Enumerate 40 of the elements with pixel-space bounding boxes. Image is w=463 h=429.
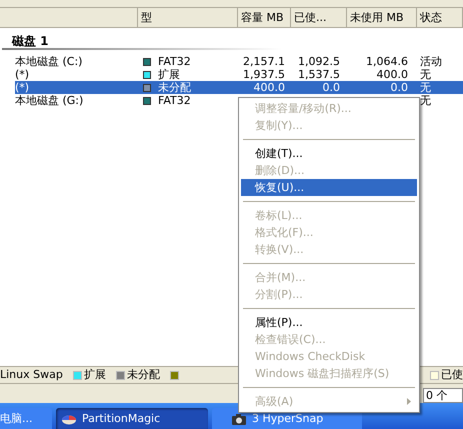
column-header[interactable]: 容量 MB (238, 8, 291, 27)
legend-label: 已使 (441, 366, 463, 383)
used-cell: 0.0 (322, 81, 340, 94)
partition-type: 未分配 (158, 81, 191, 94)
taskbar-button[interactable]: 电脑... (0, 408, 52, 429)
status-cell: 活动 (420, 55, 442, 68)
menu-item[interactable]: 创建(T)... (241, 145, 417, 162)
partition-row[interactable]: (*) 未分配 400.0 0.0 0.0 无 (15, 81, 463, 94)
partition-name: (*) (15, 81, 30, 94)
unused-cell: 0.0 (390, 81, 408, 94)
column-header[interactable]: 未使用 MB (347, 8, 417, 27)
submenu-arrow-icon (407, 398, 411, 405)
used-cell: 1,537.5 (298, 68, 340, 81)
column-header[interactable]: 型 (138, 8, 238, 27)
status-cell: 无 (420, 81, 431, 94)
column-header[interactable]: 已使... (291, 8, 347, 27)
taskbar-button[interactable]: PartitionMagic (56, 408, 208, 429)
menu-item[interactable]: 属性(P)... (241, 314, 417, 331)
used-cell: 1,092.5 (298, 55, 340, 68)
status-cell: 无 (420, 94, 431, 107)
legend-label: 未分配 (126, 366, 160, 383)
capacity-cell: 1,937.5 (243, 68, 285, 81)
partition-name: (*) (15, 68, 30, 81)
partition-name: 本地磁盘 (C:) (15, 55, 82, 68)
partition-name: 本地磁盘 (G:) (15, 94, 84, 107)
column-header[interactable]: 状态 (417, 8, 463, 27)
unused-cell: 1,064.6 (366, 55, 408, 68)
camera-icon (232, 412, 246, 426)
partition-type: FAT32 (158, 55, 191, 68)
unused-cell: 400.0 (376, 68, 408, 81)
partition-type: 扩展 (158, 68, 180, 81)
status-count: 0 个 (423, 388, 463, 403)
disk-title: 磁盘 1 (12, 34, 49, 48)
partition-type: FAT32 (158, 94, 191, 107)
status-cell: 无 (420, 68, 431, 81)
capacity-cell: 2,157.1 (243, 55, 285, 68)
capacity-cell: 400.0 (254, 81, 285, 94)
legend-label: Linux Swap (0, 366, 63, 383)
menu-item[interactable]: 恢复(U)... (241, 179, 417, 196)
legend-label: 扩展 (84, 366, 106, 383)
